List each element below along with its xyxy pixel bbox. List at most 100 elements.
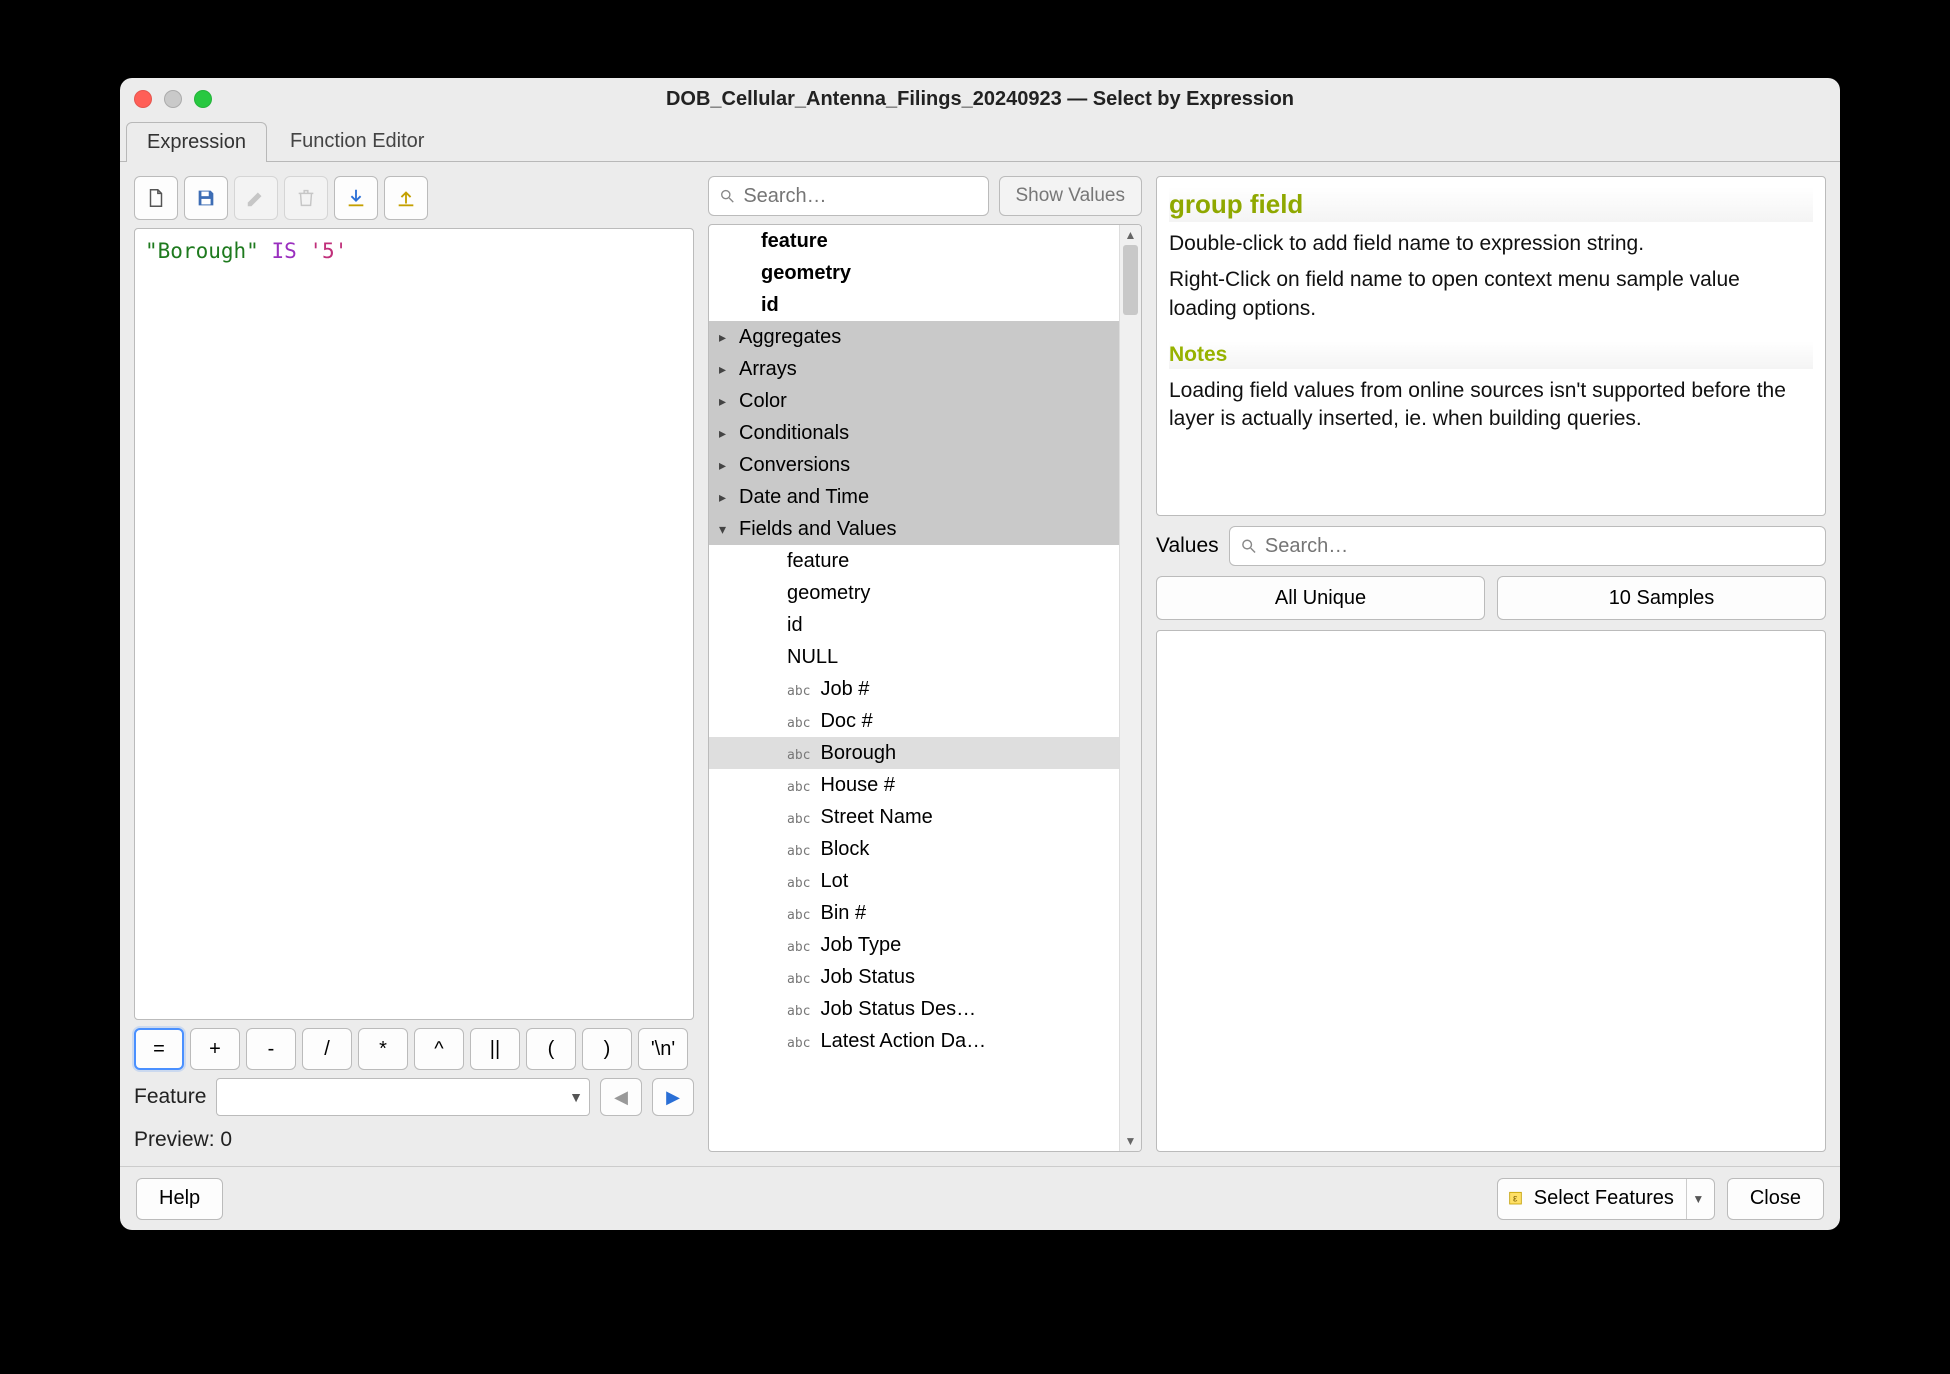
- delete-expression-button: [284, 176, 328, 220]
- tree-field-item[interactable]: abcBorough: [709, 737, 1119, 769]
- new-expression-button[interactable]: [134, 176, 178, 220]
- show-values-button[interactable]: Show Values: [999, 176, 1143, 216]
- tree-item-label: abcJob Type: [739, 934, 901, 957]
- caret-icon: ▾: [719, 521, 739, 538]
- tree-field-item[interactable]: abcJob Type: [709, 929, 1119, 961]
- window-title: DOB_Cellular_Antenna_Filings_20240923 — …: [120, 88, 1840, 111]
- expression-token-value: '5': [309, 239, 347, 263]
- select-features-label: Select Features: [1534, 1187, 1674, 1210]
- tree-item-label: NULL: [739, 646, 838, 669]
- help-notes-body: Loading field values from online sources…: [1169, 377, 1813, 434]
- preview-row: Preview: 0: [134, 1124, 694, 1152]
- ten-samples-button[interactable]: 10 Samples: [1497, 576, 1826, 620]
- minimize-window-button[interactable]: [164, 90, 182, 108]
- tree-group[interactable]: ▸Aggregates: [709, 321, 1119, 353]
- close-button[interactable]: Close: [1727, 1178, 1824, 1220]
- save-expression-button[interactable]: [184, 176, 228, 220]
- operator-button[interactable]: ): [582, 1028, 632, 1070]
- scroll-up-button[interactable]: ▲: [1120, 225, 1141, 245]
- values-list[interactable]: [1156, 630, 1826, 1152]
- help-title: group field: [1169, 187, 1813, 222]
- operator-button[interactable]: =: [134, 1028, 184, 1070]
- close-window-button[interactable]: [134, 90, 152, 108]
- type-abc-icon: abc: [787, 1036, 810, 1051]
- scroll-track[interactable]: [1120, 245, 1141, 1131]
- feature-next-button[interactable]: ▶: [652, 1078, 694, 1116]
- file-icon: [145, 187, 167, 209]
- tree-item-label: abcDoc #: [739, 710, 873, 733]
- tree-field-item[interactable]: abcDoc #: [709, 705, 1119, 737]
- type-abc-icon: abc: [787, 940, 810, 955]
- import-expression-button[interactable]: [334, 176, 378, 220]
- feature-prev-button[interactable]: ◀: [600, 1078, 642, 1116]
- select-features-dropdown[interactable]: ▼: [1686, 1179, 1710, 1219]
- operator-button[interactable]: *: [358, 1028, 408, 1070]
- type-abc-icon: abc: [787, 684, 810, 699]
- tree-field-item[interactable]: abcBin #: [709, 897, 1119, 929]
- tree-group[interactable]: ▸Conversions: [709, 449, 1119, 481]
- operator-button[interactable]: ^: [414, 1028, 464, 1070]
- tree-item-label: abcBorough: [739, 742, 896, 765]
- tree-item-label: abcLot: [739, 870, 848, 893]
- tree-field-item[interactable]: feature: [709, 545, 1119, 577]
- help-values-panel: group field Double-click to add field na…: [1156, 176, 1826, 1152]
- tree-field-item[interactable]: abcJob Status Des…: [709, 993, 1119, 1025]
- all-unique-button[interactable]: All Unique: [1156, 576, 1485, 620]
- type-abc-icon: abc: [787, 716, 810, 731]
- tree-field-item[interactable]: abcJob Status: [709, 961, 1119, 993]
- tree-item-label: Fields and Values: [739, 518, 897, 541]
- tree-top-item[interactable]: geometry: [709, 257, 1119, 289]
- operator-button[interactable]: '\n': [638, 1028, 688, 1070]
- pencil-icon: [245, 187, 267, 209]
- type-abc-icon: abc: [787, 780, 810, 795]
- operator-button[interactable]: -: [246, 1028, 296, 1070]
- type-abc-icon: abc: [787, 812, 810, 827]
- tree-field-item[interactable]: abcStreet Name: [709, 801, 1119, 833]
- help-button[interactable]: Help: [136, 1178, 223, 1220]
- tree-field-item[interactable]: NULL: [709, 641, 1119, 673]
- tree-field-item[interactable]: abcJob #: [709, 673, 1119, 705]
- export-expression-button[interactable]: [384, 176, 428, 220]
- titlebar: DOB_Cellular_Antenna_Filings_20240923 — …: [120, 78, 1840, 120]
- tree-field-item[interactable]: abcLatest Action Da…: [709, 1025, 1119, 1057]
- content-area: "Borough" IS '5' =+-/*^||()'\n' Feature …: [120, 162, 1840, 1166]
- feature-combo[interactable]: ▼: [216, 1078, 590, 1116]
- tree-group[interactable]: ▸Date and Time: [709, 481, 1119, 513]
- search-icon: [1240, 537, 1257, 555]
- type-abc-icon: abc: [787, 844, 810, 859]
- tree-field-item[interactable]: abcLot: [709, 865, 1119, 897]
- save-icon: [195, 187, 217, 209]
- tree-field-item[interactable]: abcHouse #: [709, 769, 1119, 801]
- operator-button[interactable]: (: [526, 1028, 576, 1070]
- window-controls: [134, 90, 212, 108]
- expression-editor[interactable]: "Borough" IS '5': [134, 228, 694, 1020]
- download-icon: [345, 187, 367, 209]
- tree-list[interactable]: featuregeometryid▸Aggregates▸Arrays▸Colo…: [709, 225, 1119, 1151]
- values-search-box[interactable]: [1229, 526, 1826, 566]
- tree-search-input[interactable]: [743, 185, 977, 208]
- tab-function-editor[interactable]: Function Editor: [269, 121, 446, 161]
- zoom-window-button[interactable]: [194, 90, 212, 108]
- tree-field-item[interactable]: id: [709, 609, 1119, 641]
- tree-top-item[interactable]: feature: [709, 225, 1119, 257]
- operator-button[interactable]: +: [190, 1028, 240, 1070]
- tree-item-label: abcJob Status: [739, 966, 915, 989]
- tree-search-box[interactable]: [708, 176, 989, 216]
- tree-top-item[interactable]: id: [709, 289, 1119, 321]
- tab-expression[interactable]: Expression: [126, 122, 267, 162]
- tree-group[interactable]: ▸Arrays: [709, 353, 1119, 385]
- values-search-input[interactable]: [1265, 535, 1815, 558]
- values-label: Values: [1156, 534, 1219, 558]
- select-features-button[interactable]: ε Select Features ▼: [1497, 1178, 1715, 1220]
- tree-scrollbar[interactable]: ▲ ▼: [1119, 225, 1141, 1151]
- scroll-down-button[interactable]: ▼: [1120, 1131, 1141, 1151]
- operator-button[interactable]: /: [302, 1028, 352, 1070]
- operator-button[interactable]: ||: [470, 1028, 520, 1070]
- tree-field-item[interactable]: geometry: [709, 577, 1119, 609]
- caret-icon: ▸: [719, 489, 739, 506]
- tree-group[interactable]: ▸Conditionals: [709, 417, 1119, 449]
- tree-group-fields[interactable]: ▾Fields and Values: [709, 513, 1119, 545]
- tree-field-item[interactable]: abcBlock: [709, 833, 1119, 865]
- scroll-thumb[interactable]: [1123, 245, 1138, 315]
- tree-group[interactable]: ▸Color: [709, 385, 1119, 417]
